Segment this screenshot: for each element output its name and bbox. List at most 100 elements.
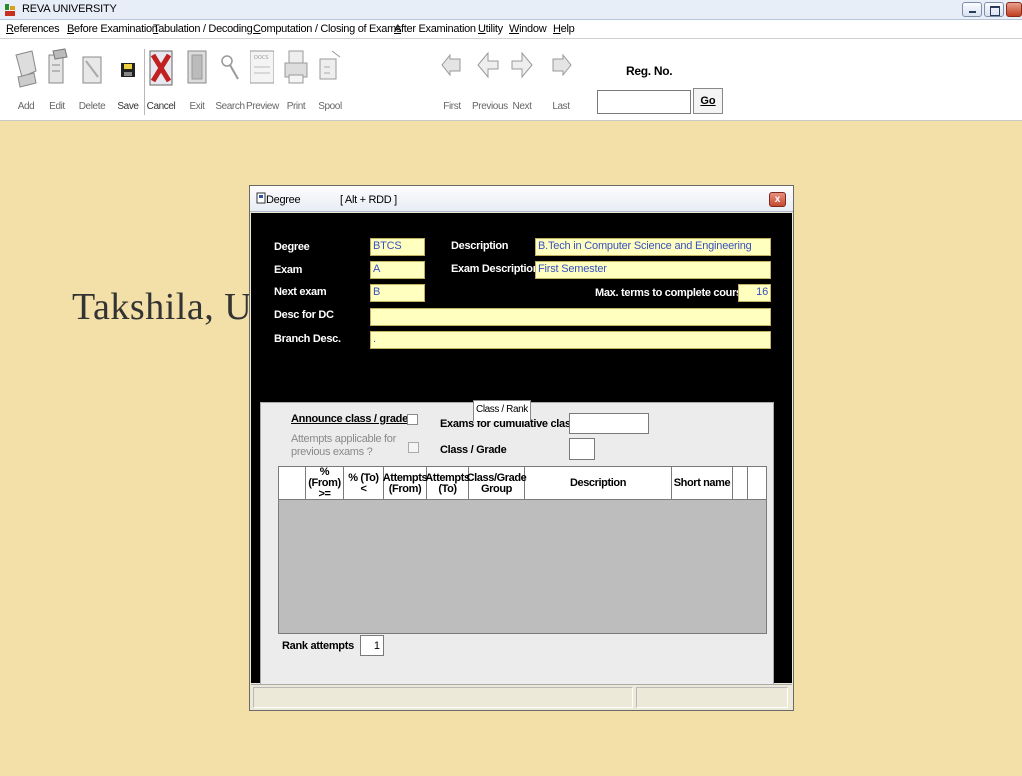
grid-header-class-grade-group[interactable]: Class/Grade Group <box>466 467 527 500</box>
attempts-applicable-label-2: previous exams ? <box>291 446 373 458</box>
menu-help[interactable]: Help <box>553 23 575 35</box>
menu-window[interactable]: Window <box>509 23 547 35</box>
edit-icon <box>48 48 68 84</box>
cancel-button[interactable]: Cancel <box>147 47 176 117</box>
spool-button[interactable]: Spool <box>318 47 342 117</box>
grid-header-text: Attempts (To) <box>425 471 470 495</box>
grid-header-description[interactable]: Description <box>525 467 672 500</box>
status-segment-1 <box>253 687 633 708</box>
grid-header-pct-to[interactable]: % (To) < <box>344 467 384 500</box>
search-icon <box>221 55 239 80</box>
desc-for-dc-field[interactable] <box>370 308 771 326</box>
menu-before-examination[interactable]: Before Examination <box>67 23 158 35</box>
menu-after-examination[interactable]: After Examination <box>394 23 476 35</box>
save-icon <box>121 63 135 77</box>
rank-attempts-field[interactable] <box>360 635 384 656</box>
minimize-button[interactable] <box>962 2 982 17</box>
next-exam-field[interactable]: B <box>370 284 425 302</box>
dialog-icon <box>256 192 266 204</box>
background-watermark: Takshila, U <box>72 286 253 328</box>
last-button[interactable]: Last <box>549 47 573 117</box>
app-title: REVA UNIVERSITY <box>22 3 117 15</box>
attempts-applicable-checkbox[interactable] <box>408 442 419 453</box>
desc-for-dc-label: Desc for DC <box>274 309 334 321</box>
exam-description-field[interactable]: First Semester <box>535 261 771 279</box>
class-rank-grid: % (From) >= % (To) < Attempts (From) Attem… <box>278 466 767 634</box>
branch-desc-field[interactable]: . <box>370 331 771 349</box>
cumulative-class-field[interactable] <box>569 413 649 434</box>
degree-dialog: Degree [ Alt + RDD ] x Degree BTCS Descr… <box>249 185 794 711</box>
add-button[interactable]: Add <box>14 47 38 117</box>
grid-header-attempts-from[interactable]: Attempts (From) <box>382 467 428 500</box>
max-terms-label: Max. terms to complete course <box>595 287 748 299</box>
class-grade-label: Class / Grade <box>440 444 507 456</box>
menu-utility[interactable]: Utility <box>478 23 503 35</box>
go-button-label: Go <box>700 95 716 107</box>
exit-button[interactable]: Exit <box>185 47 209 117</box>
menu-tabulation-decoding[interactable]: Tabulation / Decoding <box>153 23 253 35</box>
next-exam-label: Next exam <box>274 286 327 298</box>
grid-header-short-name[interactable]: Short name <box>672 467 733 500</box>
close-icon: x <box>774 194 781 205</box>
reg-no-input[interactable] <box>597 90 691 114</box>
tab-class-rank[interactable]: Class / Rank <box>473 400 531 421</box>
menu-accelerator: H <box>553 23 561 35</box>
grid-header-text: Description <box>569 477 627 489</box>
first-icon <box>441 53 461 77</box>
menu-accelerator: B <box>67 23 75 35</box>
print-button[interactable]: Print <box>284 47 308 117</box>
search-button[interactable]: Search <box>215 47 245 117</box>
grid-header-text: Class/Grade Group <box>466 471 527 495</box>
degree-field[interactable]: BTCS <box>370 238 425 256</box>
menu-accelerator: W <box>509 23 520 35</box>
go-button[interactable]: Go <box>693 88 723 114</box>
close-button[interactable] <box>1006 2 1022 17</box>
degree-label: Degree <box>274 241 310 253</box>
menu-computation-closing[interactable]: Computation / Closing of Exams <box>253 23 401 35</box>
branch-desc-label: Branch Desc. <box>274 333 341 345</box>
grid-header-pct-from[interactable]: % (From) >= <box>306 467 344 500</box>
menu-accelerator: C <box>253 23 261 35</box>
dialog-title-bar: Degree [ Alt + RDD ] x <box>250 186 793 212</box>
add-icon <box>15 50 37 88</box>
grid-header-attempts-to[interactable]: Attempts (To) <box>425 467 470 500</box>
class-grade-field[interactable] <box>569 438 595 460</box>
grid-header-filler <box>733 467 748 500</box>
dialog-shortcut: [ Alt + RDD ] <box>340 194 397 206</box>
menu-bar: References Before Examination Tabulation… <box>0 20 1022 39</box>
announce-class-checkbox[interactable] <box>407 414 418 425</box>
cancel-icon <box>149 50 173 86</box>
rank-attempts-label: Rank attempts <box>282 640 354 652</box>
grid-header: % (From) >= % (To) < Attempts (From) Attem… <box>279 467 766 500</box>
first-button[interactable]: First <box>440 47 464 117</box>
menu-accelerator: R <box>6 23 14 35</box>
grid-header-text: Short name <box>673 477 731 489</box>
grid-header-text: % (To) < <box>348 471 379 495</box>
reg-no-label: Reg. No. <box>626 64 673 78</box>
description-field[interactable]: B.Tech in Computer Science and Engineeri… <box>535 238 771 256</box>
menu-accelerator: T <box>153 23 159 35</box>
previous-button[interactable]: Previous <box>472 47 508 117</box>
app-title-bar: REVA UNIVERSITY <box>0 0 1022 20</box>
grid-header-text: % (From) >= <box>308 466 341 500</box>
next-button[interactable]: Next <box>510 47 534 117</box>
dialog-close-button[interactable]: x <box>769 192 786 207</box>
previous-icon <box>477 51 499 79</box>
exit-icon <box>187 50 207 84</box>
attempts-applicable-label-1: Attempts applicable for <box>291 433 396 445</box>
description-label: Description <box>451 240 509 252</box>
spool-icon <box>319 50 341 80</box>
max-terms-field[interactable]: 16 <box>738 284 771 302</box>
grid-header-text: Attempts (From) <box>382 471 428 495</box>
delete-icon <box>82 56 102 84</box>
edit-button[interactable]: Edit <box>45 47 69 117</box>
exam-field[interactable]: A <box>370 261 425 279</box>
menu-references[interactable]: References <box>6 23 60 35</box>
dialog-status-bar <box>251 684 792 710</box>
maximize-button[interactable] <box>984 2 1004 17</box>
save-button[interactable]: Save <box>116 47 140 117</box>
preview-button[interactable]: DOCS Preview <box>246 47 279 117</box>
toolbar: Add Edit Delete Save Cancel Exit Search … <box>0 39 1022 121</box>
delete-button[interactable]: Delete <box>79 47 106 117</box>
exam-label: Exam <box>274 264 303 276</box>
